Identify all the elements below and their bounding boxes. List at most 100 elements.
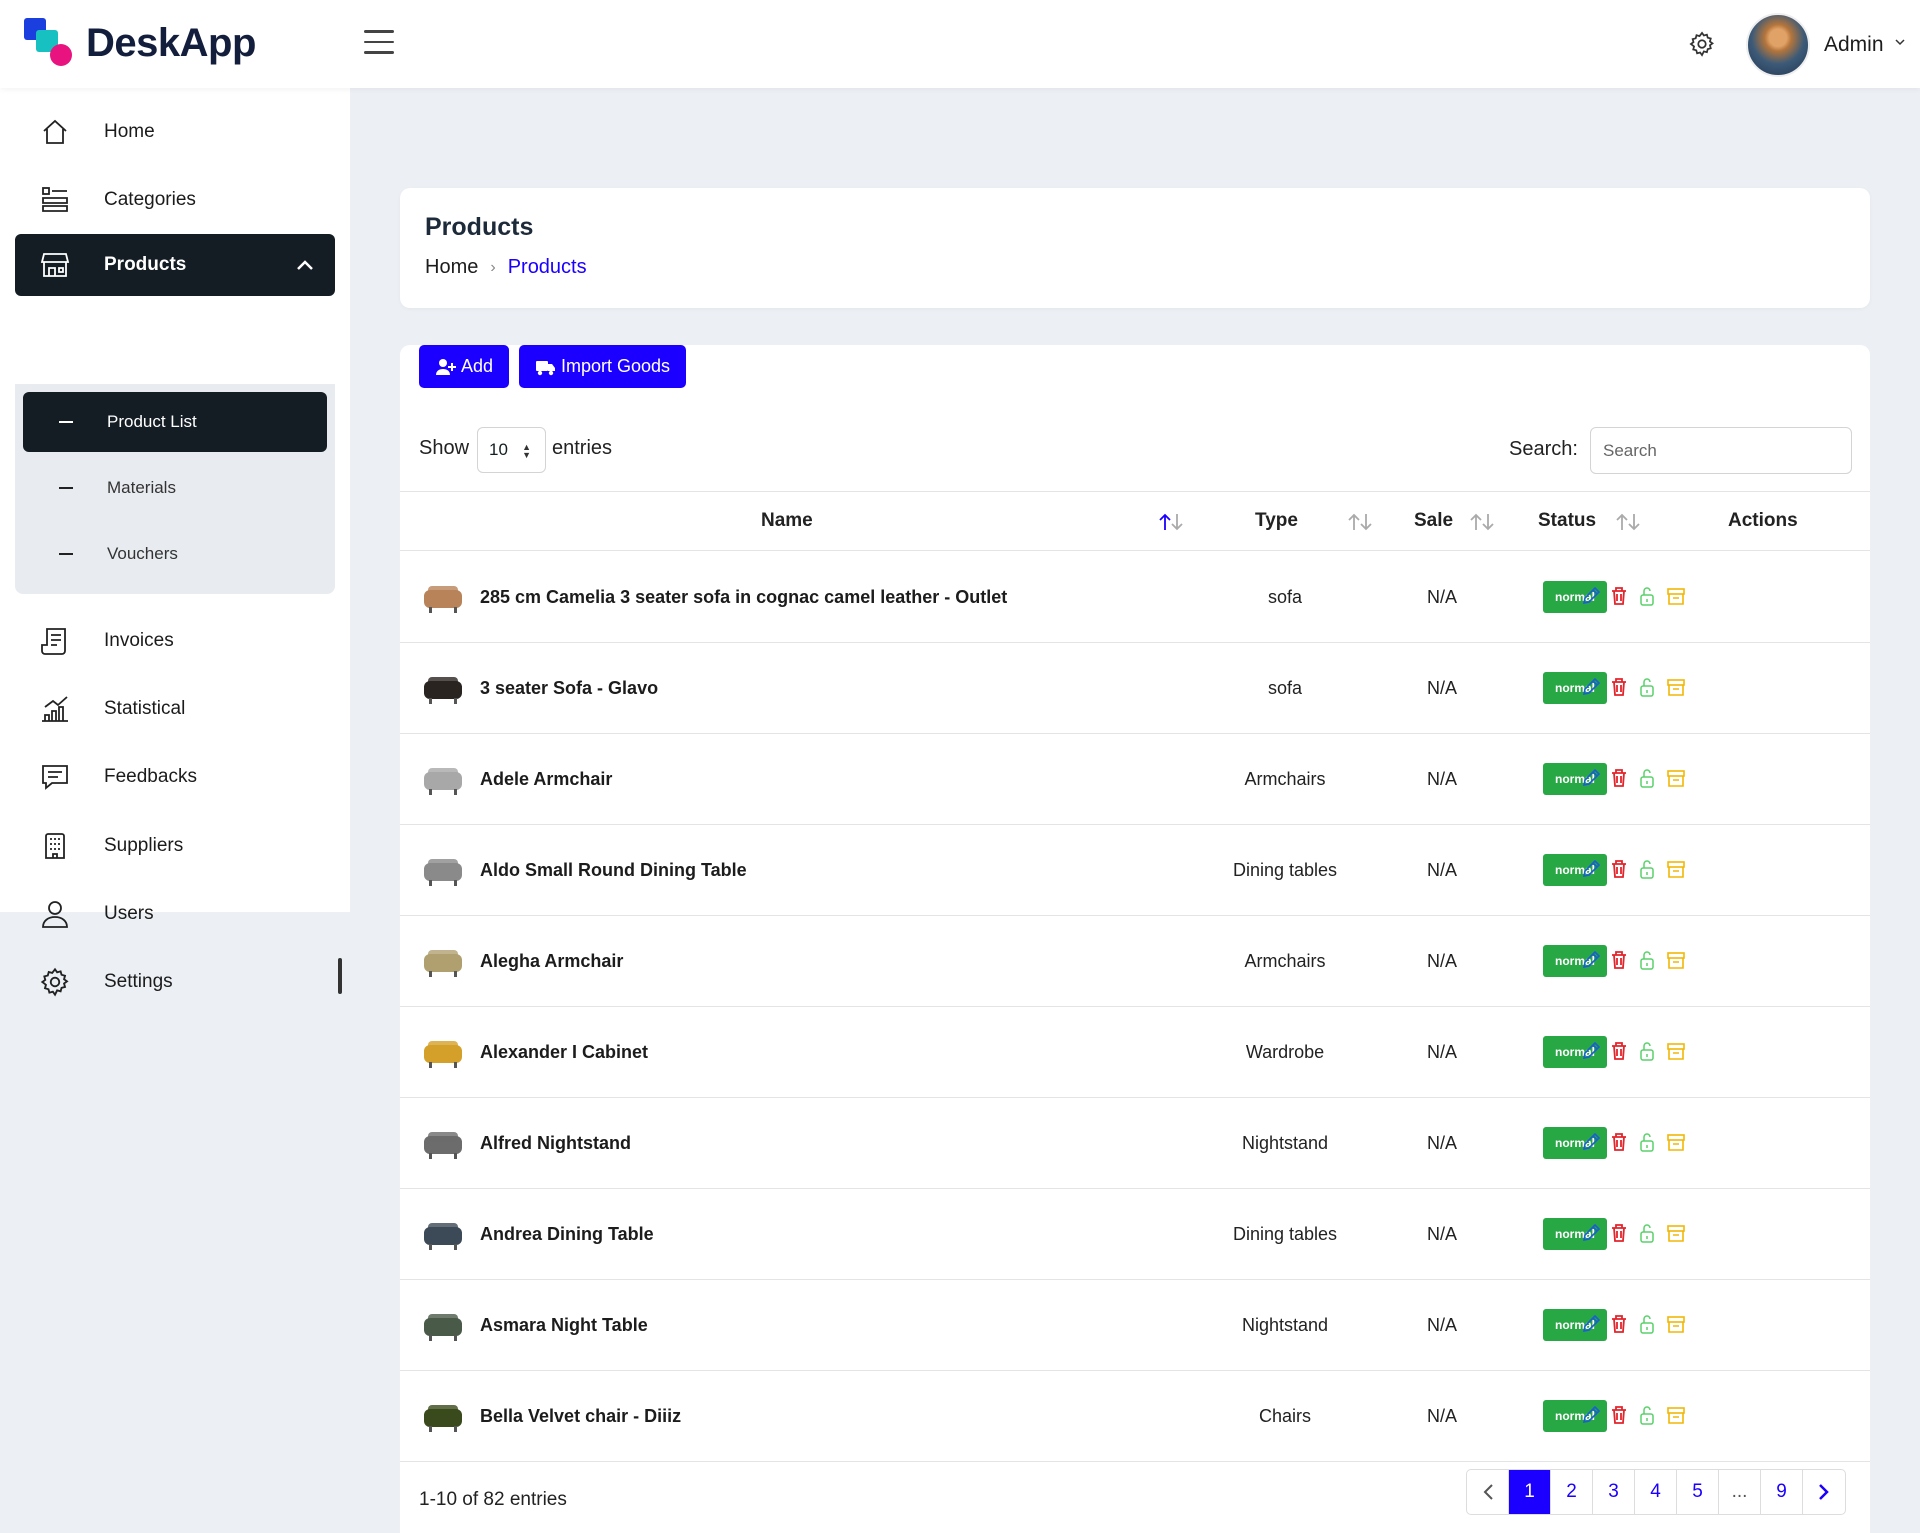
column-header-name[interactable]: Name (761, 510, 813, 532)
sidebar-item-statistical[interactable]: Statistical (15, 678, 335, 740)
breadcrumb-home-link[interactable]: Home (425, 256, 478, 279)
archive-box-icon[interactable] (1665, 1404, 1687, 1426)
sidebar-item-home[interactable]: Home (15, 101, 335, 163)
add-product-button[interactable]: Add (419, 345, 510, 388)
page-button-4[interactable]: 4 (1635, 1470, 1677, 1514)
delete-trash-icon[interactable] (1608, 585, 1630, 607)
sort-ascending-icon[interactable] (1157, 512, 1187, 532)
archive-box-icon[interactable] (1665, 1313, 1687, 1335)
next-page-button[interactable] (1803, 1470, 1845, 1514)
chevron-down-icon[interactable] (1894, 36, 1906, 48)
product-name[interactable]: Bella Velvet chair - Diiiz (480, 1406, 681, 1427)
edit-pencil-icon[interactable] (1580, 1131, 1602, 1153)
archive-box-icon[interactable] (1665, 1131, 1687, 1153)
unlock-icon[interactable] (1636, 1222, 1658, 1244)
column-header-type[interactable]: Type (1255, 510, 1298, 532)
product-name[interactable]: Alegha Armchair (480, 951, 623, 972)
delete-trash-icon[interactable] (1608, 1313, 1630, 1335)
edit-pencil-icon[interactable] (1580, 858, 1602, 880)
hamburger-menu-icon[interactable] (364, 30, 394, 56)
product-name[interactable]: Aldo Small Round Dining Table (480, 860, 747, 881)
archive-box-icon[interactable] (1665, 767, 1687, 789)
sidebar-item-label: Home (104, 121, 155, 142)
delete-trash-icon[interactable] (1608, 767, 1630, 789)
sidebar-item-feedbacks[interactable]: Feedbacks (15, 746, 335, 808)
archive-box-icon[interactable] (1665, 676, 1687, 698)
edit-pencil-icon[interactable] (1580, 1222, 1602, 1244)
import-goods-button[interactable]: Import Goods (519, 345, 687, 388)
submenu-item-label: Product List (107, 412, 197, 431)
sidebar-item-settings[interactable]: Settings (15, 951, 335, 1013)
submenu-item-vouchers[interactable]: Vouchers (23, 524, 327, 584)
delete-trash-icon[interactable] (1608, 676, 1630, 698)
edit-pencil-icon[interactable] (1580, 767, 1602, 789)
unlock-icon[interactable] (1636, 1131, 1658, 1153)
archive-box-icon[interactable] (1665, 949, 1687, 971)
chart-icon (42, 696, 68, 722)
delete-trash-icon[interactable] (1608, 949, 1630, 971)
edit-pencil-icon[interactable] (1580, 1040, 1602, 1062)
user-name[interactable]: Admin (1824, 33, 1884, 57)
sidebar-item-users[interactable]: Users (15, 883, 335, 945)
delete-trash-icon[interactable] (1608, 1131, 1630, 1153)
archive-box-icon[interactable] (1665, 858, 1687, 880)
product-name[interactable]: Alfred Nightstand (480, 1133, 631, 1154)
product-thumbnail (424, 1405, 462, 1432)
product-sale: N/A (1426, 769, 1457, 789)
product-name[interactable]: Andrea Dining Table (480, 1224, 654, 1245)
page-button-5[interactable]: 5 (1677, 1470, 1719, 1514)
sidebar-scrollbar[interactable] (338, 958, 342, 994)
sort-icon[interactable] (1468, 512, 1498, 532)
unlock-icon[interactable] (1636, 1404, 1658, 1426)
product-name[interactable]: 3 seater Sofa - Glavo (480, 678, 658, 699)
sidebar-item-suppliers[interactable]: Suppliers (15, 815, 335, 877)
unlock-icon[interactable] (1636, 676, 1658, 698)
edit-pencil-icon[interactable] (1580, 585, 1602, 607)
product-name[interactable]: Adele Armchair (480, 769, 612, 790)
page-size-select[interactable]: 10 ▲ ▼ (477, 427, 546, 473)
product-sale: N/A (1426, 1315, 1457, 1335)
add-button-label: Add (461, 356, 494, 376)
search-input[interactable] (1590, 427, 1852, 474)
user-avatar[interactable] (1746, 13, 1810, 77)
settings-gear-icon[interactable] (1688, 30, 1716, 58)
sort-icon[interactable] (1614, 512, 1644, 532)
archive-box-icon[interactable] (1665, 1040, 1687, 1062)
product-sale: N/A (1426, 951, 1457, 971)
edit-pencil-icon[interactable] (1580, 676, 1602, 698)
product-name[interactable]: Alexander I Cabinet (480, 1042, 648, 1063)
delete-trash-icon[interactable] (1608, 1404, 1630, 1426)
chevron-up-icon[interactable] (295, 256, 315, 274)
app-logo[interactable]: DeskApp (24, 18, 256, 68)
unlock-icon[interactable] (1636, 949, 1658, 971)
sidebar-item-categories[interactable]: Categories (15, 169, 335, 231)
delete-trash-icon[interactable] (1608, 1222, 1630, 1244)
page-button-2[interactable]: 2 (1551, 1470, 1593, 1514)
edit-pencil-icon[interactable] (1580, 1313, 1602, 1335)
column-header-status[interactable]: Status (1538, 510, 1596, 532)
unlock-icon[interactable] (1636, 1040, 1658, 1062)
edit-pencil-icon[interactable] (1580, 949, 1602, 971)
product-name[interactable]: Asmara Night Table (480, 1315, 648, 1336)
products-submenu: Product List Materials Vouchers (15, 384, 335, 594)
edit-pencil-icon[interactable] (1580, 1404, 1602, 1426)
sort-icon[interactable] (1346, 512, 1376, 532)
delete-trash-icon[interactable] (1608, 1040, 1630, 1062)
unlock-icon[interactable] (1636, 585, 1658, 607)
page-button-9[interactable]: 9 (1761, 1470, 1803, 1514)
prev-page-button[interactable] (1467, 1470, 1509, 1514)
sidebar-item-invoices[interactable]: Invoices (15, 610, 335, 672)
submenu-item-materials[interactable]: Materials (23, 458, 327, 518)
unlock-icon[interactable] (1636, 1313, 1658, 1335)
archive-box-icon[interactable] (1665, 1222, 1687, 1244)
page-button-3[interactable]: 3 (1593, 1470, 1635, 1514)
archive-box-icon[interactable] (1665, 585, 1687, 607)
submenu-item-product-list[interactable]: Product List (23, 392, 327, 452)
unlock-icon[interactable] (1636, 767, 1658, 789)
page-button-1[interactable]: 1 (1509, 1470, 1551, 1514)
unlock-icon[interactable] (1636, 858, 1658, 880)
delete-trash-icon[interactable] (1608, 858, 1630, 880)
column-header-sale[interactable]: Sale (1414, 510, 1453, 532)
product-name[interactable]: 285 cm Camelia 3 seater sofa in cognac c… (480, 587, 1007, 608)
sidebar-item-products[interactable]: Products (15, 234, 335, 296)
